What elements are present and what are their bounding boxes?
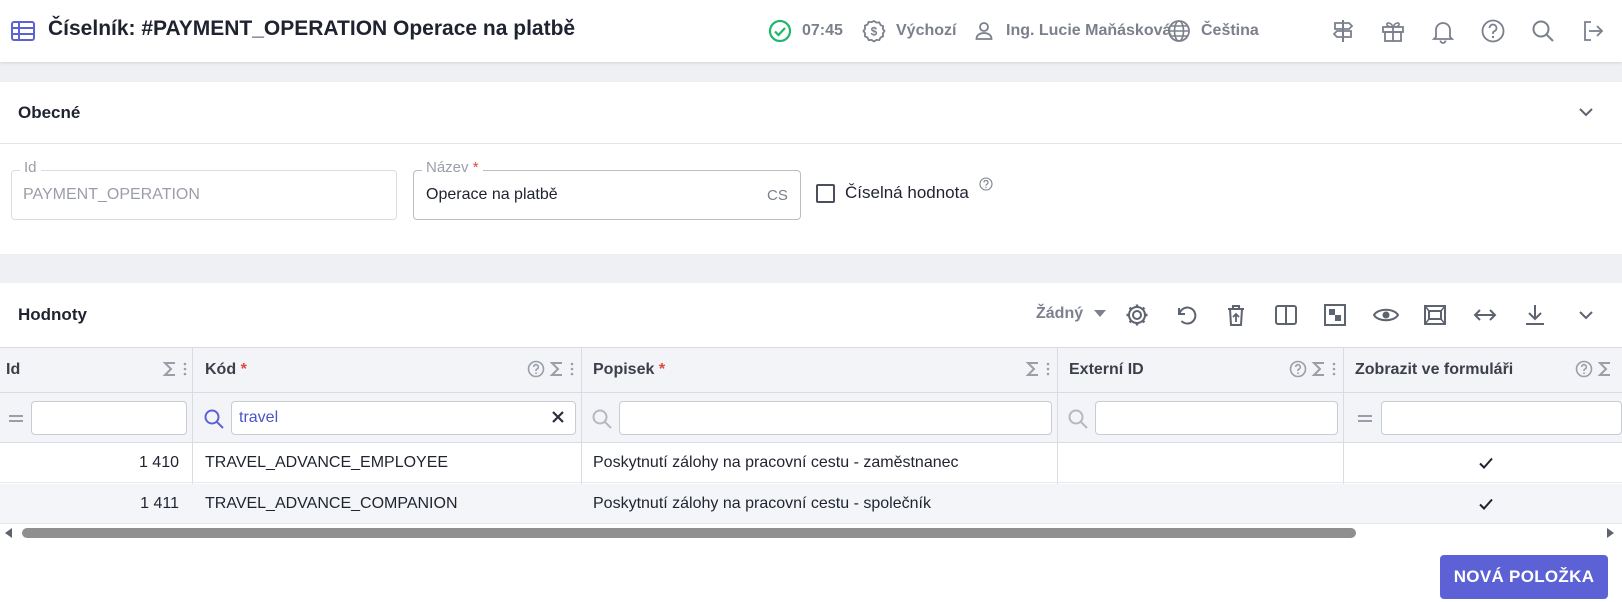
grouping-select[interactable]: Žádný (1036, 305, 1106, 323)
column-header-external-id[interactable]: Externí ID (1069, 361, 1144, 379)
column-menu-icon[interactable] (1331, 360, 1337, 378)
columns-icon[interactable] (1273, 302, 1299, 328)
globe-icon (1167, 19, 1191, 43)
fit-icon[interactable] (1422, 302, 1448, 328)
label-filter-input[interactable] (619, 401, 1052, 435)
equals-filter-icon[interactable] (1355, 408, 1375, 428)
cell-code: TRAVEL_ADVANCE_EMPLOYEE (205, 454, 449, 471)
currency-label: Výchozí (896, 22, 957, 39)
code-filter-input[interactable] (231, 401, 576, 435)
signpost-icon[interactable] (1330, 18, 1356, 44)
table-row[interactable]: 1 411 TRAVEL_ADVANCE_COMPANION Poskytnut… (0, 484, 1622, 524)
user-icon (972, 19, 996, 43)
help-icon[interactable] (1480, 18, 1506, 44)
numeric-value-checkbox[interactable] (816, 184, 835, 203)
sigma-icon[interactable] (161, 360, 179, 378)
table-row[interactable]: 1 410 TRAVEL_ADVANCE_EMPLOYEE Poskytnutí… (0, 443, 1622, 483)
cell-id: 1 410 (138, 454, 179, 471)
search-icon[interactable] (203, 408, 224, 429)
sigma-icon[interactable] (1596, 360, 1614, 378)
delete-icon[interactable] (1223, 302, 1249, 328)
scroll-right-arrow[interactable] (1604, 527, 1616, 539)
bell-icon[interactable] (1430, 18, 1456, 44)
page-title: Číselník: #PAYMENT_OPERATION Operace na … (48, 17, 576, 40)
column-header-code[interactable]: Kód * (205, 361, 247, 379)
user-menu[interactable]: Ing. Lucie Maňásková (972, 18, 1171, 44)
column-header-show-in-form[interactable]: Zobrazit ve formuláři (1355, 361, 1513, 379)
currency-icon: $ (862, 19, 886, 43)
column-menu-icon[interactable] (182, 360, 188, 378)
sigma-icon[interactable] (548, 360, 566, 378)
column-tools[interactable] (1289, 360, 1337, 378)
density-icon[interactable] (1322, 302, 1348, 328)
check-circle-icon (768, 19, 792, 43)
values-section-title: Hodnoty (18, 305, 87, 324)
column-header-label[interactable]: Popisek * (593, 361, 665, 379)
column-tools[interactable] (1024, 360, 1051, 378)
cell-code: TRAVEL_ADVANCE_COMPANION (205, 495, 458, 512)
gift-icon[interactable] (1380, 18, 1406, 44)
id-filter-input[interactable] (31, 401, 187, 435)
table-icon (10, 19, 36, 43)
name-field-label: Název * (422, 159, 483, 176)
help-icon[interactable] (527, 360, 545, 378)
column-tools[interactable] (527, 360, 575, 378)
chevron-down-icon[interactable] (1575, 101, 1597, 123)
name-language-badge[interactable]: CS (767, 187, 788, 204)
search-icon[interactable] (591, 408, 612, 429)
show-in-form-filter-input[interactable] (1381, 401, 1622, 435)
logout-icon[interactable] (1580, 18, 1606, 44)
general-section-title: Obecné (18, 103, 81, 122)
scrollbar-thumb[interactable] (22, 528, 1356, 538)
download-icon[interactable] (1522, 302, 1548, 328)
column-menu-icon[interactable] (1045, 360, 1051, 378)
help-icon[interactable] (1575, 360, 1593, 378)
svg-text:$: $ (871, 25, 878, 39)
column-tools[interactable] (161, 360, 188, 378)
search-icon[interactable] (1530, 18, 1556, 44)
scroll-left-arrow[interactable] (3, 527, 15, 539)
undo-icon[interactable] (1173, 302, 1199, 328)
caret-down-icon (1093, 309, 1106, 318)
sigma-icon[interactable] (1024, 360, 1042, 378)
general-panel (0, 82, 1622, 254)
language-selector[interactable]: Čeština (1167, 18, 1259, 44)
cell-label: Poskytnutí zálohy na pracovní cestu - sp… (593, 495, 931, 512)
user-name: Ing. Lucie Maňásková (1006, 22, 1172, 39)
search-icon[interactable] (1067, 408, 1088, 429)
column-menu-icon[interactable] (569, 360, 575, 378)
language-label: Čeština (1201, 22, 1259, 39)
top-bar: Číselník: #PAYMENT_OPERATION Operace na … (0, 0, 1622, 62)
check-icon (1477, 454, 1495, 472)
numeric-value-label: Číselná hodnota (845, 183, 969, 202)
id-field-value: PAYMENT_OPERATION (23, 186, 200, 203)
general-divider (0, 143, 1622, 144)
cell-id: 1 411 (140, 495, 179, 512)
session-time: 07:45 (802, 22, 843, 39)
external-id-filter-input[interactable] (1095, 401, 1338, 435)
column-tools[interactable] (1575, 360, 1614, 378)
session-timer[interactable]: 07:45 (768, 18, 843, 44)
clear-icon[interactable] (550, 409, 566, 425)
chevron-down-icon[interactable] (1575, 304, 1597, 326)
eye-icon[interactable] (1372, 302, 1400, 328)
help-icon[interactable] (1289, 360, 1307, 378)
check-icon (1477, 495, 1495, 513)
cell-label: Poskytnutí zálohy na pracovní cestu - za… (593, 454, 959, 471)
sigma-icon[interactable] (1310, 360, 1328, 378)
code-filter-value[interactable]: travel (239, 409, 278, 427)
currency-selector[interactable]: $ Výchozí (862, 18, 956, 44)
width-icon[interactable] (1472, 302, 1498, 328)
name-field-value[interactable]: Operace na platbě (426, 186, 558, 204)
new-item-button[interactable]: NOVÁ POLOŽKA (1440, 555, 1608, 599)
equals-filter-icon[interactable] (6, 408, 26, 428)
column-header-id[interactable]: Id (6, 361, 20, 379)
gear-icon[interactable] (1124, 302, 1150, 328)
help-icon[interactable] (979, 177, 993, 191)
id-field-label: Id (20, 159, 41, 176)
